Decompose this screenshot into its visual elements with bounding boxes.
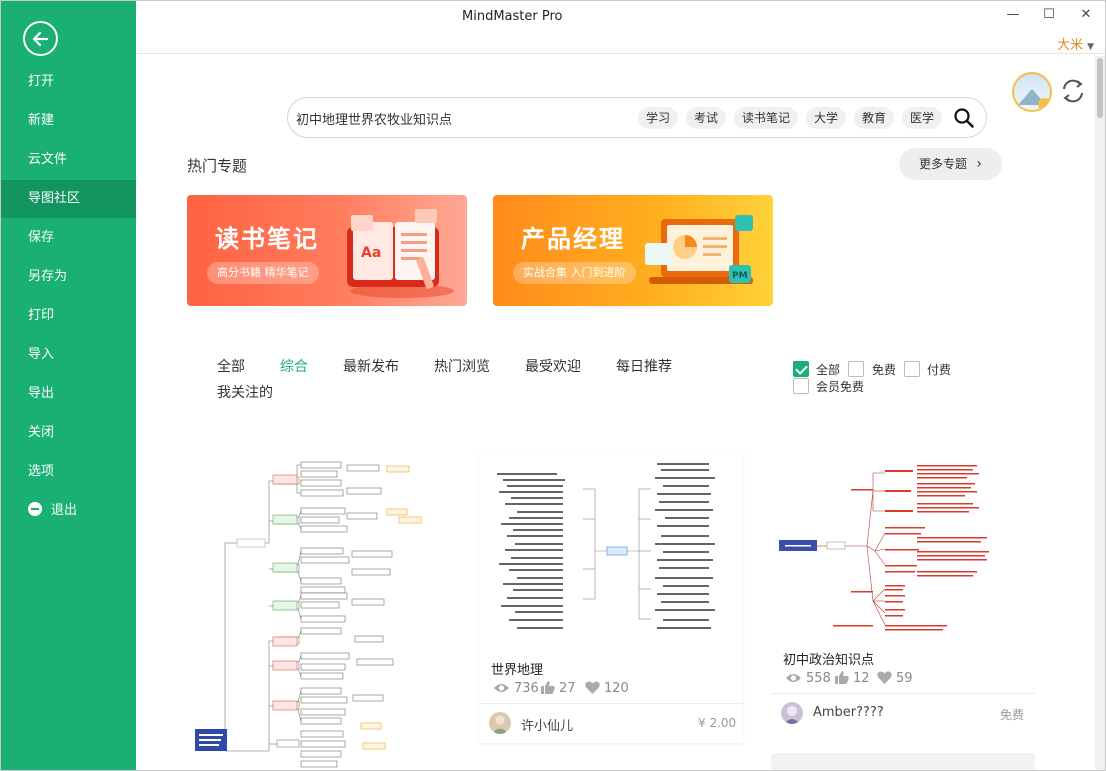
- search-tag[interactable]: 医学: [902, 107, 942, 129]
- tab-hot-views[interactable]: 热门浏览: [434, 356, 490, 376]
- card-title: 初中政治知识点: [783, 653, 875, 668]
- checkbox-label: 全部: [816, 363, 841, 377]
- banner-reading-notes[interactable]: 读书笔记 高分书籍 精华笔记 Aa: [187, 195, 467, 306]
- app-title: MindMaster Pro: [462, 9, 563, 24]
- search-tag[interactable]: 教育: [854, 107, 894, 129]
- tab-most-popular[interactable]: 最受欢迎: [525, 356, 581, 376]
- svg-text:Aa: Aa: [361, 245, 381, 261]
- close-button[interactable]: ✕: [1076, 6, 1096, 24]
- view-count: 736: [493, 681, 539, 696]
- card-title: 世界地理: [491, 663, 544, 678]
- tab-comprehensive[interactable]: 综合: [280, 356, 308, 376]
- user-name: 大米: [1057, 38, 1084, 53]
- eye-icon: [786, 674, 801, 682]
- banner-title: 产品经理: [521, 225, 625, 253]
- view-count: 558: [785, 671, 831, 686]
- mindmap-card-world-geography[interactable]: 世界地理 736 27 120 许小仙儿 ¥ 2.00: [479, 451, 743, 743]
- tab-daily-picks[interactable]: 每日推荐: [616, 356, 672, 376]
- like-count: 12: [835, 671, 870, 686]
- sidebar-item-import[interactable]: 导入: [1, 336, 136, 374]
- sidebar-item-close[interactable]: 关闭: [1, 414, 136, 452]
- laptop-illustration-icon: PM: [645, 215, 753, 284]
- author-name[interactable]: 许小仙儿: [521, 715, 573, 734]
- sidebar-item-open[interactable]: 打开: [1, 63, 136, 101]
- user-avatar[interactable]: [1012, 72, 1052, 112]
- mindmap-card-partial[interactable]: [771, 753, 1035, 770]
- banner-title: 读书笔记: [215, 225, 319, 253]
- mindmap-card-left[interactable]: [187, 451, 457, 770]
- checkbox-label: 会员免费: [816, 380, 865, 394]
- maximize-button[interactable]: ☐: [1039, 6, 1059, 24]
- search-tag[interactable]: 大学: [806, 107, 846, 129]
- mindmap-card-politics[interactable]: 初中政治知识点 558 12 59 Amber???? 免费: [771, 451, 1035, 733]
- scrollbar-thumb[interactable]: [1097, 58, 1103, 118]
- checkbox-all[interactable]: [793, 361, 809, 377]
- sidebar-item-save-as[interactable]: 另存为: [1, 258, 136, 296]
- app-window: 打开 新建 云文件 导图社区 保存 另存为 打印 导入 导出 关闭 选项 退出 …: [0, 0, 1106, 771]
- sidebar-item-save[interactable]: 保存: [1, 219, 136, 257]
- sidebar-item-new[interactable]: 新建: [1, 102, 136, 140]
- checkbox-member-free[interactable]: [793, 378, 809, 394]
- thumbs-up-icon: [541, 681, 555, 694]
- mindmap-thumbnail: [195, 461, 422, 768]
- person-icon: [784, 706, 800, 724]
- arrow-left-icon: [32, 31, 49, 47]
- refresh-icon[interactable]: [1059, 77, 1087, 105]
- scrollbar[interactable]: [1095, 56, 1105, 770]
- price: ¥ 2.00: [698, 716, 737, 730]
- hot-topics-title: 热门专题: [187, 157, 248, 175]
- heart-icon: [585, 681, 600, 694]
- mindmap-thumbnail: [497, 463, 715, 629]
- book-illustration-icon: Aa: [347, 209, 454, 298]
- card-divider: [479, 703, 743, 704]
- mindmap-thumbnail: [779, 465, 989, 631]
- search-icon[interactable]: [953, 107, 975, 129]
- tab-latest[interactable]: 最新发布: [343, 356, 399, 376]
- sidebar-item-export[interactable]: 导出: [1, 375, 136, 413]
- search-tag[interactable]: 学习: [638, 107, 678, 129]
- thumbs-up-icon: [835, 671, 849, 684]
- eye-icon: [494, 684, 509, 692]
- favorite-count: 120: [585, 681, 629, 696]
- banner-subtitle: 实战合集 入门到进阶: [513, 262, 636, 284]
- sidebar: 打开 新建 云文件 导图社区 保存 另存为 打印 导入 导出 关闭 选项 退出: [1, 1, 136, 770]
- banner-subtitle: 高分书籍 精华笔记: [207, 262, 319, 284]
- search-tag[interactable]: 读书笔记: [734, 107, 798, 129]
- sidebar-item-community[interactable]: 导图社区: [1, 180, 136, 218]
- banner-product-manager[interactable]: 产品经理 实战合集 入门到进阶 PM: [493, 195, 773, 306]
- checkbox-paid[interactable]: [904, 361, 920, 377]
- back-button[interactable]: [23, 21, 58, 56]
- favorite-count: 59: [877, 671, 913, 686]
- user-menu[interactable]: 大米 ▼: [1057, 34, 1094, 53]
- checkbox-label: 免费: [872, 363, 897, 377]
- sidebar-item-exit[interactable]: 退出: [1, 492, 136, 530]
- sidebar-item-print[interactable]: 打印: [1, 297, 136, 335]
- heart-icon: [877, 671, 892, 684]
- checkbox-label: 付费: [927, 363, 952, 377]
- minimize-button[interactable]: —: [1003, 6, 1023, 24]
- title-bar: MindMaster Pro — ☐ ✕ 大米 ▼: [136, 1, 1105, 54]
- more-topics-button[interactable]: 更多专题 ›: [899, 148, 1002, 180]
- card-divider: [771, 693, 1035, 694]
- chevron-down-icon: ▼: [1087, 42, 1094, 52]
- author-avatar[interactable]: [781, 702, 803, 724]
- search-input[interactable]: [296, 108, 626, 128]
- svg-text:PM: PM: [732, 271, 748, 281]
- author-avatar[interactable]: [489, 712, 511, 734]
- author-name[interactable]: Amber????: [813, 705, 884, 720]
- sidebar-item-options[interactable]: 选项: [1, 453, 136, 491]
- chevron-right-icon: ›: [976, 156, 982, 172]
- like-count: 27: [541, 681, 576, 696]
- sidebar-item-cloud-files[interactable]: 云文件: [1, 141, 136, 179]
- exit-icon: [28, 502, 42, 516]
- tab-following[interactable]: 我关注的: [217, 382, 273, 402]
- tab-all[interactable]: 全部: [217, 356, 245, 376]
- search-box: 学习 考试 读书笔记 大学 教育 医学: [287, 97, 987, 138]
- checkbox-free[interactable]: [848, 361, 864, 377]
- price: 免费: [1000, 708, 1025, 722]
- vip-badge-icon: [1038, 98, 1050, 110]
- person-icon: [492, 715, 508, 734]
- search-tag[interactable]: 考试: [686, 107, 726, 129]
